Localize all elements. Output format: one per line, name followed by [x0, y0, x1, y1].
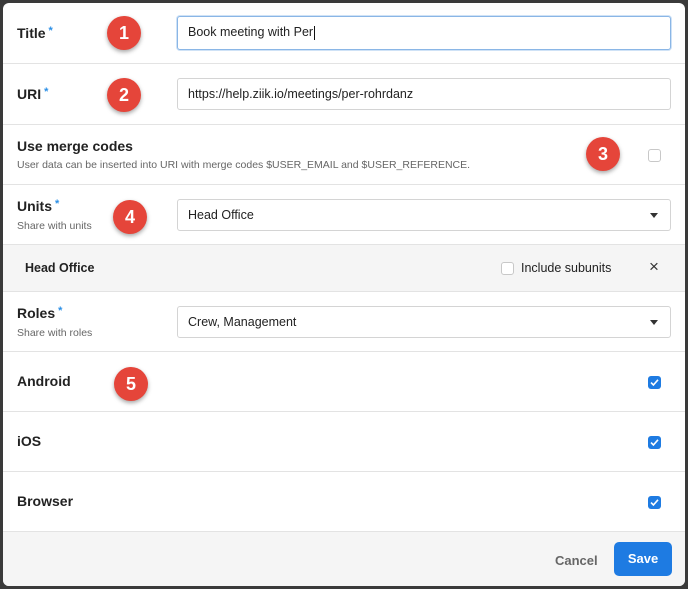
- roles-sublabel: Share with roles: [17, 327, 93, 339]
- uri-label: URI *: [17, 86, 49, 102]
- chevron-down-icon: [650, 213, 658, 218]
- title-row: Title * 1 Book meeting with Per: [3, 3, 685, 64]
- cancel-button[interactable]: Cancel: [555, 553, 598, 568]
- include-subunits-checkbox[interactable]: [501, 262, 514, 275]
- save-button[interactable]: Save: [614, 542, 672, 576]
- uri-row: URI * 2 https://help.ziik.io/meetings/per…: [3, 64, 685, 125]
- text-caret: [314, 25, 316, 40]
- merge-codes-description: User data can be inserted into URI with …: [17, 159, 471, 171]
- checkmark-icon: [650, 499, 659, 507]
- link-form-dialog: Title * 1 Book meeting with Per URI * 2 ht…: [3, 3, 685, 586]
- dialog-footer: Cancel Save: [3, 532, 685, 586]
- title-input[interactable]: Book meeting with Per: [177, 16, 671, 50]
- checkmark-icon: [650, 439, 659, 447]
- platform-row-ios: iOS: [3, 412, 685, 472]
- ios-checkbox[interactable]: [648, 436, 661, 449]
- roles-select-value: Crew, Management: [188, 315, 297, 329]
- required-mark: *: [44, 86, 49, 98]
- android-checkbox[interactable]: [648, 376, 661, 389]
- merge-codes-label: Use merge codes: [17, 138, 133, 154]
- roles-label: Roles *: [17, 305, 63, 321]
- chevron-down-icon: [650, 320, 658, 325]
- roles-row: Roles * Share with roles Crew, Management: [3, 292, 685, 352]
- annotation-badge-2: 2: [107, 78, 141, 112]
- annotation-badge-3: 3: [586, 137, 620, 171]
- required-mark: *: [48, 25, 53, 37]
- units-select-value: Head Office: [188, 208, 254, 222]
- units-row: Units * Share with units 4 Head Office: [3, 185, 685, 245]
- include-subunits-label: Include subunits: [521, 261, 612, 275]
- annotation-badge-4: 4: [113, 200, 147, 234]
- uri-input-value: https://help.ziik.io/meetings/per-rohrda…: [188, 87, 414, 101]
- required-mark: *: [55, 198, 60, 210]
- units-select[interactable]: Head Office: [177, 199, 671, 231]
- annotation-badge-1: 1: [107, 16, 141, 50]
- units-sublabel: Share with units: [17, 220, 92, 232]
- selected-unit-row: Head Office Include subunits ×: [3, 245, 685, 292]
- browser-checkbox[interactable]: [648, 496, 661, 509]
- units-label: Units *: [17, 198, 60, 214]
- selected-unit-name: Head Office: [25, 261, 95, 275]
- platform-row-android: Android 5: [3, 352, 685, 412]
- remove-unit-close-icon[interactable]: ×: [649, 257, 659, 277]
- uri-input[interactable]: https://help.ziik.io/meetings/per-rohrda…: [177, 78, 671, 110]
- platform-label-ios: iOS: [17, 433, 42, 449]
- merge-codes-checkbox[interactable]: [648, 149, 661, 162]
- roles-select[interactable]: Crew, Management: [177, 306, 671, 338]
- required-mark: *: [58, 305, 63, 317]
- title-input-value: Book meeting with Per: [188, 25, 314, 39]
- title-label: Title *: [17, 25, 53, 41]
- annotation-badge-5: 5: [114, 367, 148, 401]
- merge-codes-row: Use merge codes User data can be inserte…: [3, 125, 685, 185]
- platform-label-android: Android: [17, 373, 71, 389]
- checkmark-icon: [650, 379, 659, 387]
- platform-row-browser: Browser: [3, 472, 685, 532]
- platform-label-browser: Browser: [17, 493, 74, 509]
- save-button-label: Save: [627, 551, 659, 566]
